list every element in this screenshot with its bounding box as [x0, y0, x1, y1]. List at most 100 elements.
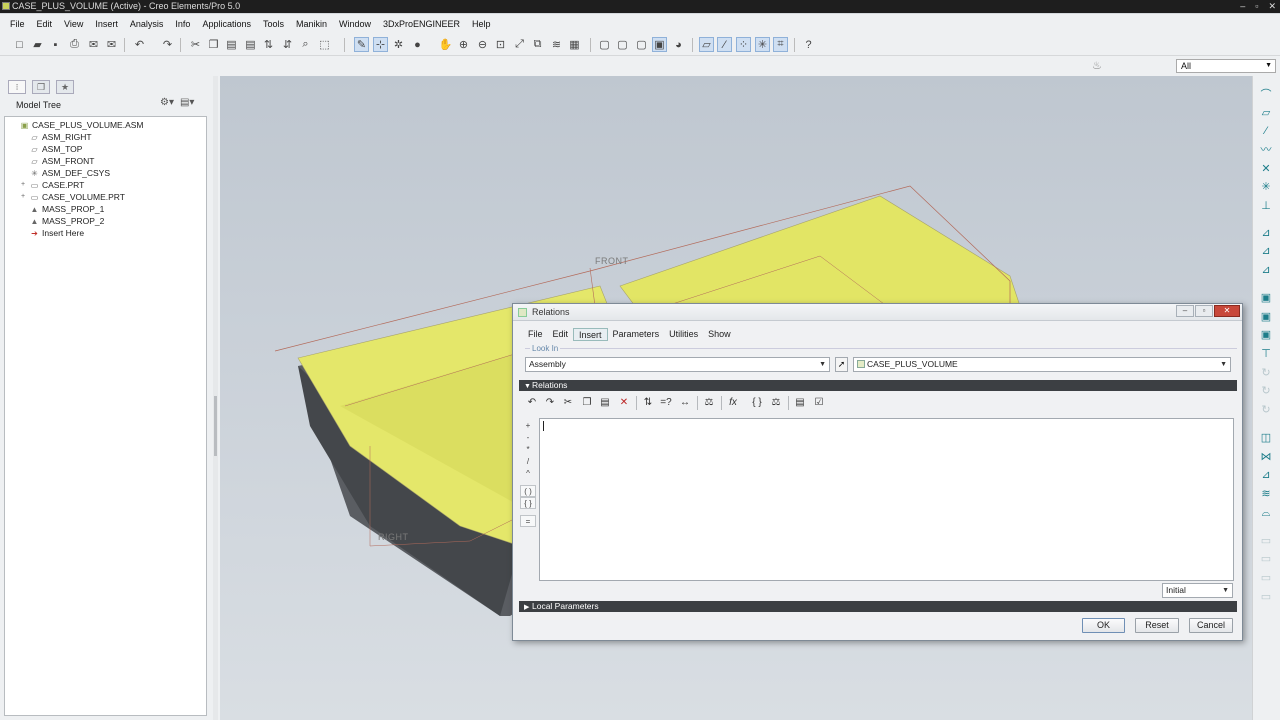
operator-divide-button[interactable]: / [520, 455, 536, 467]
datum-plane-tool-icon[interactable]: ▱ [1259, 106, 1273, 120]
zoom-in-icon[interactable]: ⊕ [456, 37, 471, 52]
operator-equals-button[interactable]: = [520, 515, 536, 527]
pan-icon[interactable]: ✋ [438, 37, 453, 52]
tree-settings-icon[interactable]: ⚙▾ [160, 97, 174, 108]
no-hidden-icon[interactable]: ▢ [634, 37, 649, 52]
sketch-icon[interactable]: ✎ [354, 37, 369, 52]
expand-icon[interactable]: + [19, 191, 27, 203]
relations-section-header[interactable]: ▼Relations [519, 380, 1237, 391]
dialog-menu-insert[interactable]: Insert [573, 328, 608, 341]
new-icon[interactable]: □ [12, 37, 27, 52]
email-icon[interactable]: ✉ [86, 37, 101, 52]
cancel-button[interactable]: Cancel [1189, 618, 1233, 633]
datum-display-icon[interactable]: ⊹ [373, 37, 388, 52]
layers-icon[interactable]: ≋ [549, 37, 564, 52]
offset-icon[interactable]: ▭ [1259, 534, 1273, 548]
sweep-icon[interactable]: ↻ [1259, 384, 1273, 398]
redo-icon[interactable]: ↷ [160, 37, 175, 52]
undo-icon[interactable]: ↶ [525, 396, 539, 410]
tree-item[interactable]: ✳ ASM_DEF_CSYS [19, 167, 110, 179]
dialog-menu-edit[interactable]: Edit [548, 328, 574, 341]
menu-help[interactable]: Help [466, 19, 497, 29]
save-icon[interactable]: ▪ [48, 37, 63, 52]
ok-button[interactable]: OK [1082, 618, 1125, 633]
look-in-type-select[interactable]: Assembly ▼ [525, 357, 830, 372]
message-bulb-icon[interactable]: ♨ [1092, 59, 1102, 72]
tree-item[interactable]: ▲ MASS_PROP_2 [19, 215, 105, 227]
panel-splitter[interactable] [213, 76, 218, 720]
wireframe-icon[interactable]: ▢ [597, 37, 612, 52]
open-icon[interactable]: ▰ [30, 37, 45, 52]
blend-icon[interactable]: ↻ [1259, 403, 1273, 417]
saved-views-icon[interactable]: ⧉ [530, 37, 545, 52]
dialog-close-button[interactable]: ✕ [1214, 305, 1240, 317]
reorient-icon[interactable]: ⤢ [512, 37, 527, 52]
model-tree-tab-icon[interactable]: ⁝ [8, 80, 26, 94]
dialog-title-bar[interactable]: Relations – ▫ ✕ [513, 304, 1242, 321]
cut-icon[interactable]: ✂ [561, 396, 575, 410]
hidden-line-icon[interactable]: ▢ [615, 37, 630, 52]
menu-manikin[interactable]: Manikin [290, 19, 333, 29]
dialog-menu-show[interactable]: Show [703, 328, 736, 341]
menu-info[interactable]: Info [169, 19, 196, 29]
menu-3dxproengineer[interactable]: 3DxProENGINEER [377, 19, 466, 29]
close-button[interactable]: ✕ [1268, 0, 1276, 13]
operator-parentheses-button[interactable]: ( ) [520, 485, 536, 497]
copy-icon[interactable]: ❐ [580, 396, 594, 410]
verify-relations-icon[interactable]: ☑ [812, 396, 826, 410]
menu-applications[interactable]: Applications [196, 19, 257, 29]
tree-item[interactable]: ➔ Insert Here [19, 227, 84, 239]
pattern-icon[interactable]: ⊿ [1259, 468, 1273, 482]
reset-button[interactable]: Reset [1135, 618, 1179, 633]
paste-icon[interactable]: ▤ [598, 396, 612, 410]
favorites-tab-icon[interactable]: ★ [56, 80, 74, 94]
folder-browser-tab-icon[interactable]: ❐ [32, 80, 50, 94]
tree-item[interactable]: ▣ CASE_PLUS_VOLUME.ASM [9, 119, 144, 131]
shading-icon[interactable]: ● [410, 37, 425, 52]
draft-icon[interactable]: ◫ [1259, 431, 1273, 445]
operator-plus-button[interactable]: + [520, 419, 536, 431]
sketch-datum-curve-icon[interactable]: ⌒ [1259, 88, 1273, 102]
coordinate-systems-icon[interactable]: ✳ [755, 37, 770, 52]
hole-icon[interactable]: ▣ [1259, 291, 1273, 305]
operator-braces-button[interactable]: { } [520, 497, 536, 509]
show-names-icon[interactable]: ⇅ [641, 396, 655, 410]
solidify-icon[interactable]: ▭ [1259, 571, 1273, 585]
menu-tools[interactable]: Tools [257, 19, 290, 29]
tree-item[interactable]: ▱ ASM_RIGHT [19, 131, 91, 143]
datum-curve-tool-icon[interactable]: 〰 [1259, 143, 1273, 157]
appearance-icon[interactable]: ▦ [567, 37, 582, 52]
menu-edit[interactable]: Edit [31, 19, 59, 29]
csys-tool-icon[interactable]: ✳ [1259, 180, 1273, 194]
email-link-icon[interactable]: ✉ [104, 37, 119, 52]
menu-view[interactable]: View [58, 19, 89, 29]
refit-icon[interactable]: ⊡ [493, 37, 508, 52]
operator-multiply-button[interactable]: * [520, 443, 536, 455]
spin-center-icon[interactable]: ✲ [391, 37, 406, 52]
evaluate-icon[interactable]: =? [659, 396, 673, 410]
datum-point-tool-icon[interactable]: ✕ [1259, 162, 1273, 176]
revolve-icon[interactable]: ↻ [1259, 366, 1273, 380]
cut-icon[interactable]: ✂ [188, 37, 203, 52]
enhanced-realism-icon[interactable]: ◕ [671, 37, 686, 52]
context-help-icon[interactable]: ? [801, 37, 816, 52]
sort-order-select[interactable]: Initial ▼ [1162, 583, 1233, 598]
redo-icon[interactable]: ↷ [543, 396, 557, 410]
shaded-icon[interactable]: ▣ [652, 37, 667, 52]
dialog-menu-parameters[interactable]: Parameters [608, 328, 665, 341]
thicken-icon[interactable]: ▭ [1259, 552, 1273, 566]
dialog-menu-utilities[interactable]: Utilities [664, 328, 703, 341]
dialog-menu-file[interactable]: File [523, 328, 548, 341]
copy-icon[interactable]: ❐ [206, 37, 221, 52]
chamfer-icon[interactable]: ▣ [1259, 328, 1273, 342]
tree-show-icon[interactable]: ▤▾ [180, 97, 194, 108]
tree-item[interactable]: ▲ MASS_PROP_1 [19, 203, 105, 215]
insert-units-icon[interactable]: ⚖ [769, 396, 783, 410]
minimize-button[interactable]: – [1240, 0, 1245, 13]
insert-function-icon[interactable]: fx [726, 396, 740, 410]
paste-icon[interactable]: ▤ [224, 37, 239, 52]
annotations-icon[interactable]: ⌗ [773, 37, 788, 52]
paste-special-icon[interactable]: ▤ [243, 37, 258, 52]
datum-axis-tool-icon[interactable]: ⁄ [1259, 124, 1273, 138]
sort-relations-icon[interactable]: ▤ [793, 396, 807, 410]
